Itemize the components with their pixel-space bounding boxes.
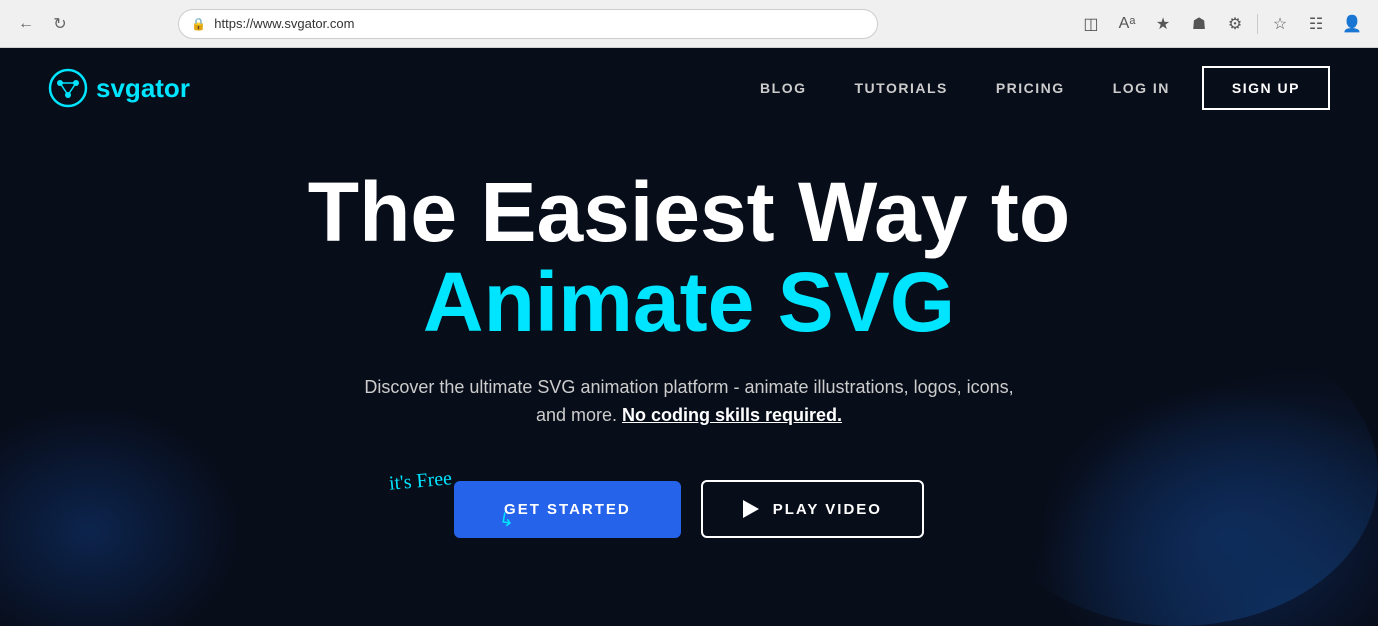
signup-button[interactable]: SIGN UP bbox=[1202, 66, 1330, 110]
reload-button[interactable]: ↻ bbox=[46, 10, 74, 38]
nav-blog[interactable]: BLOG bbox=[760, 80, 806, 96]
get-started-button[interactable]: GET STARTED bbox=[454, 481, 681, 538]
hero-subtitle: Discover the ultimate SVG animation plat… bbox=[349, 373, 1029, 431]
hero-title-line1: The Easiest Way to bbox=[20, 168, 1358, 256]
nav-links: BLOG TUTORIALS PRICING LOG IN bbox=[760, 80, 1170, 96]
hero-subtitle-bold: No coding skills required. bbox=[622, 405, 842, 425]
favorites-icon[interactable]: ☆ bbox=[1266, 10, 1294, 38]
profile-icon[interactable]: 👤 bbox=[1338, 10, 1366, 38]
nav-tutorials[interactable]: TUTORIALS bbox=[854, 80, 947, 96]
url-text: https://www.svgator.com bbox=[214, 16, 354, 31]
extensions-icon[interactable]: ◫ bbox=[1077, 10, 1105, 38]
nav-pricing[interactable]: PRICING bbox=[996, 80, 1065, 96]
logo-suffix: ator bbox=[141, 73, 190, 103]
hero-section: The Easiest Way to Animate SVG Discover … bbox=[0, 128, 1378, 598]
logo[interactable]: svgator bbox=[48, 68, 190, 108]
browser-chrome: ← ↻ 🔒 https://www.svgator.com ◫ Aᵃ ★ ☗ ⚙… bbox=[0, 0, 1378, 48]
hero-title-line2: Animate SVG bbox=[20, 256, 1358, 348]
back-button[interactable]: ← bbox=[12, 10, 40, 38]
play-icon bbox=[743, 500, 759, 518]
its-free-annotation: it's Free bbox=[388, 467, 453, 495]
play-video-label: PLAY VIDEO bbox=[773, 501, 882, 518]
star-icon[interactable]: ★ bbox=[1149, 10, 1177, 38]
hero-cta: it's Free ↳ GET STARTED PLAY VIDEO bbox=[20, 480, 1358, 538]
font-size-icon[interactable]: Aᵃ bbox=[1113, 10, 1141, 38]
browser-actions: ◫ Aᵃ ★ ☗ ⚙ ☆ ☷ 👤 bbox=[1077, 10, 1366, 38]
puzzle-icon[interactable]: ⚙ bbox=[1221, 10, 1249, 38]
play-video-button[interactable]: PLAY VIDEO bbox=[701, 480, 924, 538]
browser-nav-buttons: ← ↻ bbox=[12, 10, 74, 38]
divider bbox=[1257, 14, 1258, 34]
nav-login[interactable]: LOG IN bbox=[1113, 80, 1170, 96]
profile-sync-icon[interactable]: ☗ bbox=[1185, 10, 1213, 38]
logo-prefix: svg bbox=[96, 73, 141, 103]
collections-icon[interactable]: ☷ bbox=[1302, 10, 1330, 38]
lock-icon: 🔒 bbox=[191, 17, 206, 31]
navbar: svgator BLOG TUTORIALS PRICING LOG IN SI… bbox=[0, 48, 1378, 128]
logo-icon bbox=[48, 68, 88, 108]
address-bar[interactable]: 🔒 https://www.svgator.com bbox=[178, 9, 878, 39]
site-wrapper: svgator BLOG TUTORIALS PRICING LOG IN SI… bbox=[0, 48, 1378, 626]
logo-text: svgator bbox=[96, 73, 190, 104]
